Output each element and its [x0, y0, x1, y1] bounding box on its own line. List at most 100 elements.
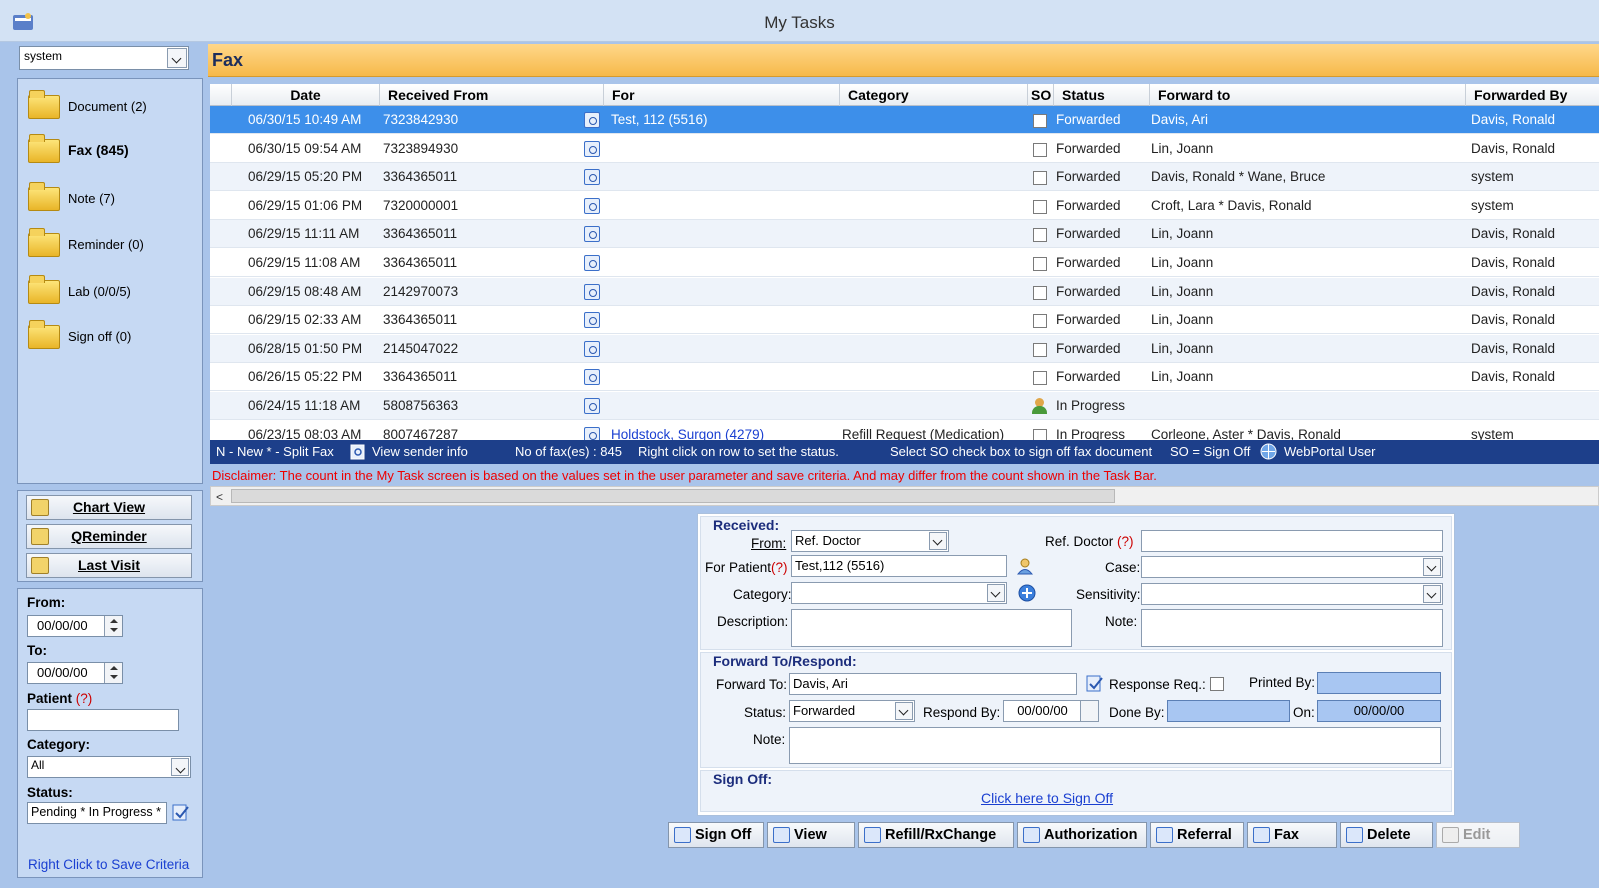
chevron-down-icon[interactable]: [929, 532, 947, 550]
response-note-input[interactable]: [789, 727, 1441, 764]
category-select[interactable]: All: [27, 756, 191, 778]
table-row[interactable]: 06/30/15 09:54 AM 7323894930 Forwarded Lin,…: [210, 135, 1599, 163]
spin-icon[interactable]: [1080, 701, 1098, 721]
horizontal-scrollbar[interactable]: <: [210, 486, 1599, 506]
chart-view-button[interactable]: Chart View: [26, 495, 192, 520]
fax-button[interactable]: Fax: [1247, 822, 1337, 848]
col-received-from[interactable]: Received From: [380, 84, 604, 106]
table-row[interactable]: 06/30/15 10:49 AM 7323842930 Test, 112 (55…: [210, 106, 1599, 134]
sign-off-checkbox[interactable]: [1033, 228, 1047, 243]
status-picker-icon[interactable]: [171, 803, 191, 823]
forward-to-input[interactable]: Davis, Ari: [789, 673, 1077, 695]
view-sender-icon[interactable]: [584, 398, 600, 414]
response-req-checkbox[interactable]: [1210, 677, 1224, 691]
chevron-down-icon[interactable]: [1423, 585, 1441, 603]
chevron-down-icon[interactable]: [987, 584, 1005, 602]
view-sender-icon[interactable]: [584, 140, 600, 157]
sign-off-checkbox[interactable]: [1033, 142, 1047, 157]
sign-off-link[interactable]: Click here to Sign Off: [981, 790, 1113, 806]
table-row[interactable]: 06/29/15 11:08 AM 3364365011 Forwarded Lin,…: [210, 249, 1599, 277]
table-row[interactable]: 06/29/15 08:48 AM 2142970073 Forwarded Lin,…: [210, 277, 1599, 306]
sensitivity-select[interactable]: [1141, 583, 1443, 605]
sign-off-button[interactable]: Sign Off: [668, 822, 764, 848]
view-sender-icon[interactable]: [584, 112, 600, 128]
nav-item-reminder[interactable]: Reminder (0): [26, 225, 144, 263]
scroll-thumb[interactable]: [231, 489, 1115, 503]
view-sender-icon[interactable]: [584, 255, 600, 271]
status-input[interactable]: Pending * In Progress *: [27, 802, 167, 824]
view-sender-icon[interactable]: [584, 226, 600, 243]
table-row[interactable]: 06/29/15 05:20 PM 3364365011 Forwarded Davi…: [210, 163, 1599, 192]
sign-off-checkbox[interactable]: [1033, 342, 1047, 357]
referral-button[interactable]: Referral: [1150, 822, 1244, 848]
view-button[interactable]: View: [767, 822, 855, 848]
view-sender-icon: [350, 444, 365, 460]
sign-off-checkbox[interactable]: [1033, 199, 1047, 214]
table-row[interactable]: 06/24/15 11:18 AM 5808756363 In Progress: [210, 392, 1599, 420]
delete-button[interactable]: Delete: [1340, 822, 1433, 848]
chevron-down-icon[interactable]: [1423, 558, 1441, 576]
table-row[interactable]: 06/29/15 11:11 AM 3364365011 Forwarded Lin,…: [210, 220, 1599, 249]
forward-picker-icon[interactable]: [1085, 674, 1105, 694]
patient-input[interactable]: [27, 709, 179, 731]
col-so[interactable]: SO: [1028, 84, 1054, 106]
view-sender-icon[interactable]: [584, 426, 600, 440]
scroll-left-icon[interactable]: <: [216, 490, 223, 504]
respond-by-input[interactable]: 00/00/00: [1003, 700, 1099, 722]
nav-item-fax[interactable]: Fax (845): [26, 131, 129, 169]
col-forwarded-by[interactable]: Forwarded By: [1466, 84, 1599, 106]
sign-off-checkbox[interactable]: [1033, 285, 1047, 300]
table-row[interactable]: 06/26/15 05:22 PM 3364365011 Forwarded Lin,…: [210, 363, 1599, 392]
view-sender-icon[interactable]: [584, 283, 600, 300]
sign-off-checkbox[interactable]: [1033, 371, 1047, 386]
col-forward-to[interactable]: Forward to: [1150, 84, 1466, 106]
col-status[interactable]: Status: [1054, 84, 1150, 106]
note-input[interactable]: [1141, 609, 1443, 647]
view-sender-icon[interactable]: [584, 197, 600, 214]
table-row[interactable]: 06/29/15 02:33 AM 3364365011 Forwarded Lin,…: [210, 306, 1599, 335]
sign-off-checkbox[interactable]: [1033, 428, 1047, 440]
view-sender-icon[interactable]: [584, 340, 600, 357]
table-row[interactable]: 06/23/15 08:03 AM 8007467287 Holdstock, Su…: [210, 421, 1599, 440]
chevron-down-icon[interactable]: [895, 702, 913, 720]
description-input[interactable]: [791, 609, 1072, 647]
cell-for[interactable]: Test, 112 (5516): [611, 106, 708, 134]
category-select[interactable]: [791, 582, 1007, 604]
spin-icon[interactable]: [104, 616, 122, 636]
nav-item-sign-off[interactable]: Sign off (0): [26, 317, 131, 355]
for-patient-input[interactable]: Test,112 (5516): [791, 555, 1007, 577]
case-select[interactable]: [1141, 556, 1443, 578]
col-date[interactable]: Date: [232, 84, 380, 106]
sign-off-checkbox[interactable]: [1033, 314, 1047, 329]
sign-off-checkbox[interactable]: [1033, 257, 1047, 271]
view-sender-icon[interactable]: [584, 369, 600, 386]
nav-item-document[interactable]: Document (2): [26, 87, 147, 125]
last-visit-button[interactable]: Last Visit: [26, 553, 192, 578]
ref-doctor-input[interactable]: [1141, 530, 1443, 552]
authorization-button[interactable]: Authorization: [1017, 822, 1147, 848]
status-select[interactable]: Forwarded: [789, 700, 915, 722]
patient-lookup-icon[interactable]: [1017, 557, 1033, 575]
to-date-input[interactable]: 00/00/00: [27, 662, 123, 684]
from-select[interactable]: Ref. Doctor: [791, 530, 949, 552]
user-select[interactable]: system: [19, 46, 189, 70]
nav-item-lab[interactable]: Lab (0/0/5): [26, 272, 131, 310]
nav-item-note[interactable]: Note (7): [26, 179, 115, 217]
from-date-input[interactable]: 00/00/00: [27, 615, 123, 637]
table-row[interactable]: 06/28/15 01:50 PM 2145047022 Forwarded Lin,…: [210, 334, 1599, 363]
cell-for[interactable]: Holdstock, Surgon (4279): [611, 421, 764, 440]
chevron-down-icon[interactable]: [167, 48, 187, 68]
view-sender-icon[interactable]: [584, 169, 600, 186]
table-row[interactable]: 06/29/15 01:06 PM 7320000001 Forwarded Crof…: [210, 192, 1599, 220]
sign-off-checkbox[interactable]: [1033, 171, 1047, 186]
col-category[interactable]: Category: [840, 84, 1028, 106]
sign-off-checkbox[interactable]: [1033, 114, 1047, 128]
col-for[interactable]: For: [604, 84, 840, 106]
qreminder-button[interactable]: QReminder: [26, 524, 192, 549]
view-sender-icon[interactable]: [584, 312, 600, 329]
save-criteria-link[interactable]: Right Click to Save Criteria: [28, 857, 189, 872]
add-category-icon[interactable]: [1017, 583, 1037, 603]
refill-rxchange-button[interactable]: Refill/RxChange: [858, 822, 1014, 848]
spin-icon[interactable]: [104, 663, 122, 683]
chevron-down-icon[interactable]: [171, 758, 189, 776]
